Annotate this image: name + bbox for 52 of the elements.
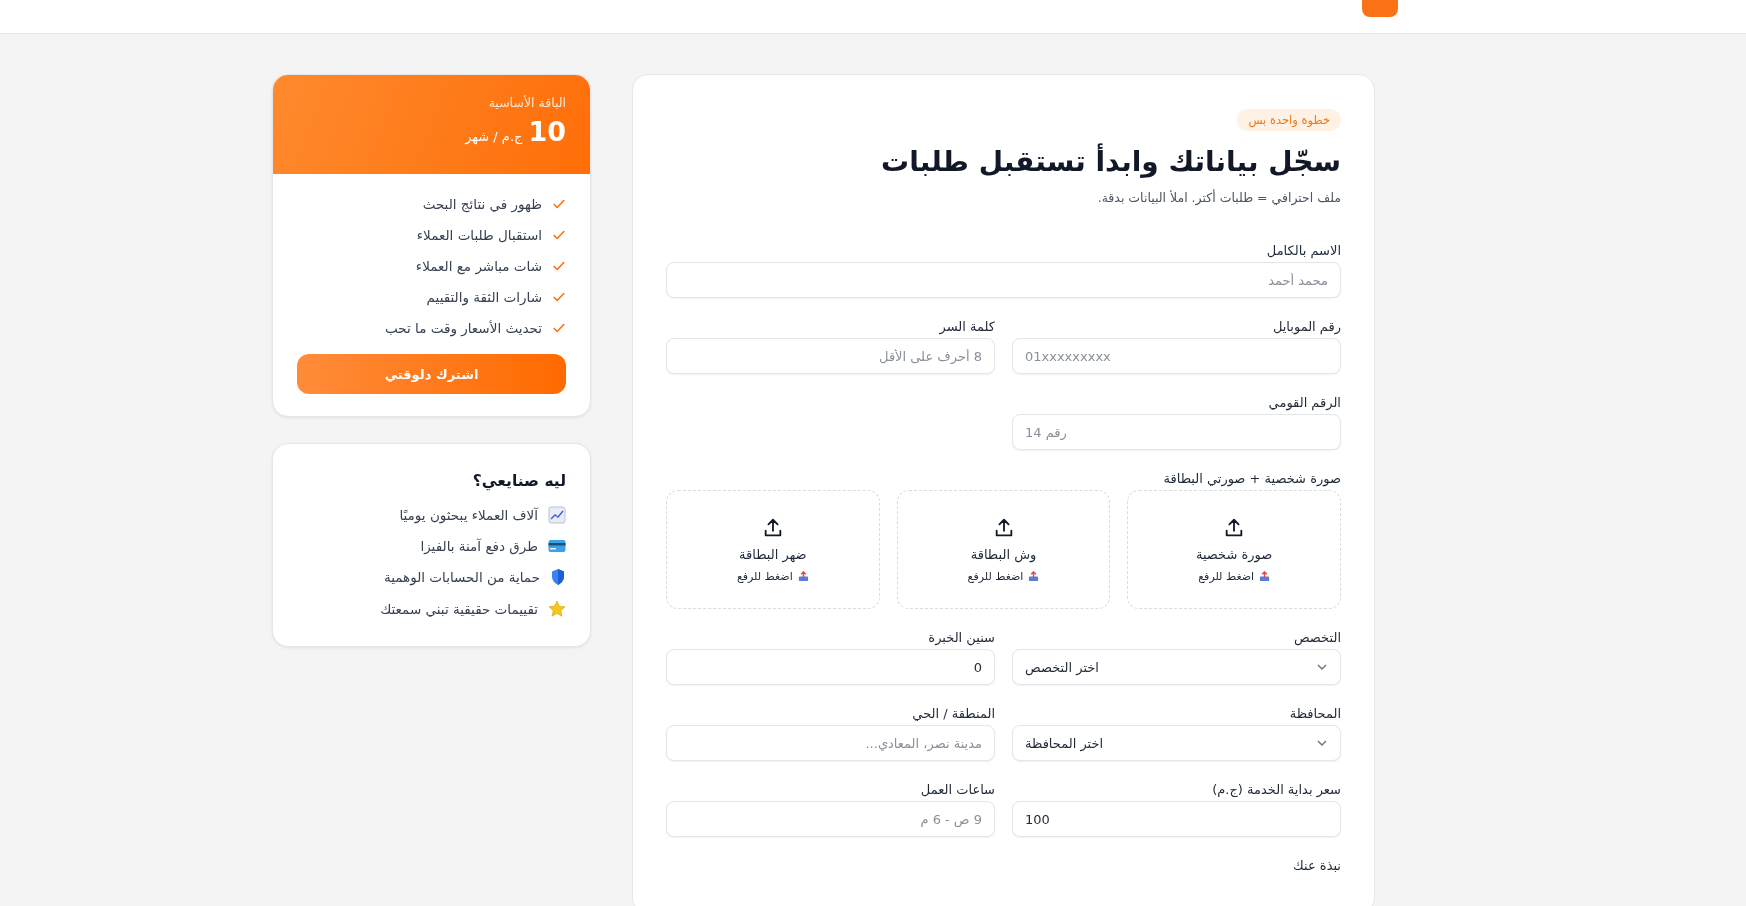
input-field[interactable]: 9 ص - 6 م [666, 801, 995, 837]
shield-icon [550, 568, 566, 586]
field-label: الاسم بالكامل [1265, 243, 1341, 258]
field-label: الرقم القومي [1267, 395, 1341, 410]
check-icon [552, 321, 566, 335]
step-badge: خطوة واحدة بس [1237, 109, 1341, 131]
logo-icon [1362, 0, 1398, 17]
field-label: سنين الخبرة [927, 630, 995, 645]
field-label: صورة شخصية + صورتي البطاقة [1162, 471, 1341, 486]
benefit-text: حماية من الحسابات الوهمية [383, 569, 540, 585]
tray-icon [797, 570, 809, 582]
benefit-text: طرق دفع آمنة بالفيزا [420, 538, 538, 554]
input-field[interactable]: 0 [666, 649, 995, 685]
benefit-text: آلاف العملاء يبحثون يوميًا [399, 507, 538, 523]
feature-text: استقبال طلبات العملاء [416, 227, 542, 243]
field-label: التخصص [1292, 630, 1341, 645]
upload-area[interactable]: ضهر البطاقة اضغط للرفع [666, 490, 880, 609]
tray-icon [1028, 570, 1040, 582]
feature-text: تحديث الأسعار وقت ما تحب [385, 320, 542, 336]
plan-price: 10 [528, 116, 566, 147]
check-icon [552, 228, 566, 242]
field-label: سعر بداية الخدمة (ج.م) [1211, 782, 1341, 797]
check-icon [552, 290, 566, 304]
feature-text: ظهور في نتائج البحث [422, 196, 542, 212]
star-icon [548, 600, 566, 618]
tray-icon [1259, 570, 1271, 582]
field-label: ساعات العمل [919, 782, 995, 797]
field-label: كلمة السر [938, 319, 995, 334]
chart-icon [548, 506, 566, 524]
why-title: ليه صنايعي؟ [471, 472, 566, 490]
check-icon [552, 259, 566, 273]
input-field[interactable]: رقم 14 [1012, 414, 1341, 450]
form-title: سجّل بياناتك وابدأ تستقبل طلبات [880, 145, 1341, 178]
select-field[interactable]: اختر التخصص [1012, 649, 1341, 685]
select-field[interactable]: اختر المحافظة [1012, 725, 1341, 761]
field-label: المحافظة [1288, 706, 1341, 721]
form-subtitle: ملف احترافي = طلبات أكتر. املأ البيانات بدقة. [1096, 190, 1341, 205]
upload-area[interactable]: وش البطاقة اضغط للرفع [896, 490, 1111, 609]
plan-name: الباقة الأساسية [487, 95, 566, 110]
feature-text: شات مباشر مع العملاء [415, 258, 542, 274]
input-field[interactable]: 100 [1012, 801, 1341, 837]
benefit-text: تقييمات حقيقية تبني سمعتك [380, 601, 538, 617]
input-field[interactable]: مدينة نصر، المعادي... [666, 725, 995, 761]
field-label: المنطقة / الحي [911, 706, 995, 721]
price-period: ج.م / شهر [465, 129, 523, 144]
feature-text: شارات الثقة والتقييم [426, 289, 542, 305]
upload-area[interactable]: صورة شخصية اضغط للرفع [1127, 490, 1341, 609]
field-label: نبذة عنك [1292, 858, 1341, 873]
field-label: رقم الموبايل [1271, 319, 1341, 334]
credit-card-icon [548, 539, 566, 553]
input-field[interactable]: 01xxxxxxxxx [1012, 338, 1341, 374]
check-icon [552, 197, 566, 211]
